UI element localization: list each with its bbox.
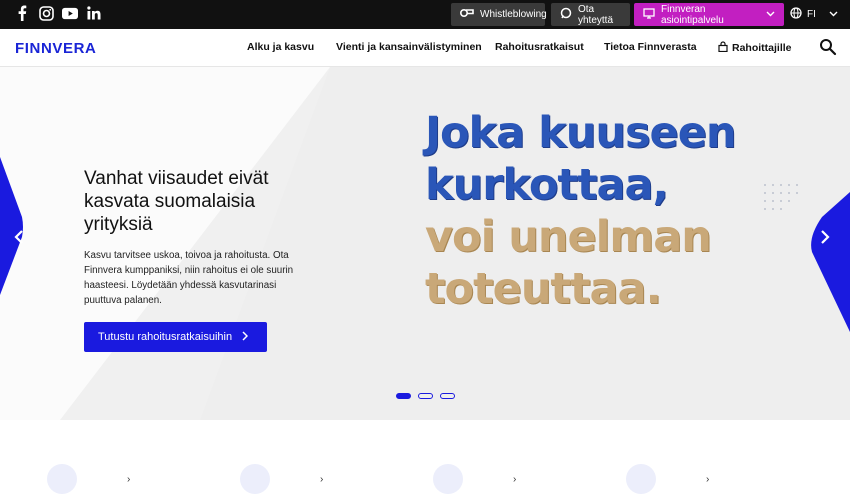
art-line: voi unelman [425,212,712,262]
cta-label: Tutustu rahoitusratkaisuihin [98,331,233,343]
monitor-icon [643,7,655,22]
quick-link[interactable]: › [626,464,709,494]
whistleblowing-button[interactable]: Whistleblowing [451,3,547,26]
quick-links: › › › › [0,420,850,494]
service-portal-label: Finnveran asiointipalvelu [661,3,724,26]
chevron-right-icon: › [513,473,517,485]
chevron-right-icon: › [127,473,131,485]
whistleblowing-label: Whistleblowing [480,9,547,20]
hero-text: Vanhat viisaudet eivät kasvata suomalais… [84,167,314,308]
carousel-next-button[interactable] [820,230,830,249]
chevron-down-icon [766,9,775,20]
quick-link[interactable]: › [47,464,130,494]
chevron-right-icon: › [320,473,324,485]
explore-solutions-button[interactable]: Tutustu rahoitusratkaisuihin [84,322,267,352]
carousel-dot-1[interactable] [396,393,411,399]
social-links [14,5,102,21]
quick-link-icon [240,464,270,494]
quick-link-icon [433,464,463,494]
chevron-right-icon: › [706,473,710,485]
contact-button[interactable]: Ota yhteyttä [551,3,630,26]
carousel-dot-2[interactable] [418,393,433,399]
nav-item-vienti[interactable]: Vienti ja kansainvälistyminen [336,41,482,53]
contact-label: Ota yhteyttä [578,3,614,26]
facebook-icon[interactable] [14,5,30,21]
carousel-prev-button[interactable] [14,230,24,249]
art-line: Joka kuuseen [425,108,736,158]
hero-body: Kasvu tarvitsee uskoa, toivoa ja rahoitu… [84,250,294,306]
art-line: toteuttaa. [425,264,662,314]
linkedin-icon[interactable] [86,5,102,21]
hero-carousel: Vanhat viisaudet eivät kasvata suomalais… [0,67,850,420]
quick-link[interactable]: › [240,464,323,494]
hero-headline: Vanhat viisaudet eivät kasvata suomalais… [84,168,269,235]
whistle-icon [459,8,474,21]
language-selector[interactable]: FI [790,3,838,26]
nav-item-rahoittajille[interactable]: Rahoittajille [718,41,792,55]
youtube-icon[interactable] [62,5,78,21]
carousel-dots [396,393,455,399]
search-icon[interactable] [819,38,837,56]
finnvera-logo[interactable]: FINNVERA [15,40,96,57]
nav-item-tietoa[interactable]: Tietoa Finnverasta [604,41,697,53]
art-line: kurkottaa, [425,160,669,210]
nav-item-rahoitusratkaisut[interactable]: Rahoitusratkaisut [495,41,584,53]
nav-item-label: Rahoittajille [732,42,792,54]
lock-icon [718,41,728,55]
instagram-icon[interactable] [38,5,54,21]
quick-link-icon [47,464,77,494]
hero-embroidery-text: Joka kuuseen kurkottaa, voi unelman tote… [425,107,736,315]
top-bar: Whistleblowing Ota yhteyttä Finnveran as… [0,0,850,29]
main-nav: FINNVERA Alku ja kasvu Vienti ja kansain… [0,29,850,67]
chevron-down-icon [829,9,838,20]
carousel-dot-3[interactable] [440,393,455,399]
quick-link[interactable]: › [433,464,516,494]
service-portal-button[interactable]: Finnveran asiointipalvelu [634,3,784,26]
quick-link-icon [626,464,656,494]
chevron-right-icon [242,330,249,344]
globe-icon [790,7,802,22]
nav-item-alku-ja-kasvu[interactable]: Alku ja kasvu [247,41,314,53]
chat-icon [560,7,572,22]
language-label: FI [807,9,816,20]
